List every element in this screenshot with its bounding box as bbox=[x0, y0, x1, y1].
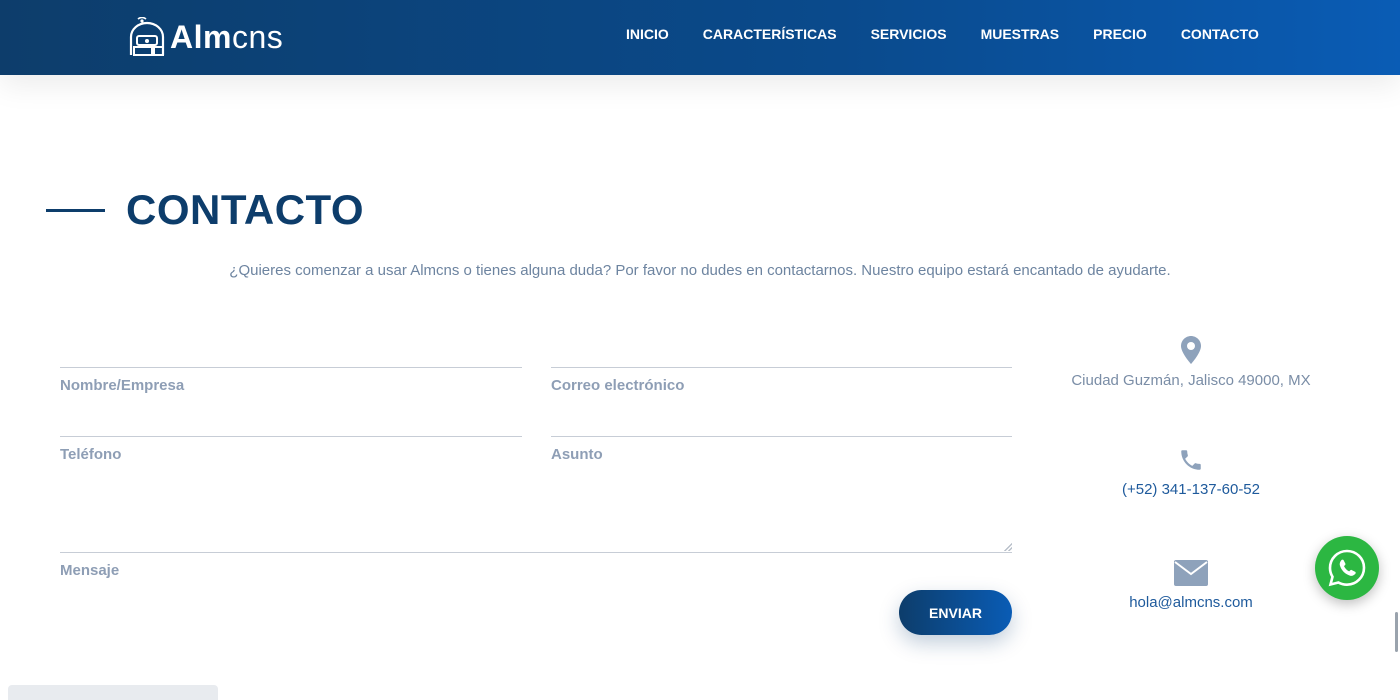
nav-servicios[interactable]: SERVICIOS bbox=[871, 26, 947, 42]
message-field[interactable]: Mensaje bbox=[60, 543, 1012, 592]
nav-muestras[interactable]: MUESTRAS bbox=[981, 26, 1060, 42]
whatsapp-button[interactable] bbox=[1315, 536, 1379, 600]
email-link[interactable]: hola@almcns.com bbox=[1050, 594, 1332, 611]
map-pin-icon bbox=[1181, 336, 1201, 364]
nav-contacto[interactable]: CONTACTO bbox=[1181, 26, 1259, 42]
site-header: Almcns INICIO CARACTERÍSTICAS SERVICIOS … bbox=[0, 0, 1400, 75]
resize-handle[interactable] bbox=[1004, 543, 1012, 551]
phone-block: (+52) 341-137-60-52 bbox=[1050, 447, 1332, 498]
email-label: Correo electrónico bbox=[551, 377, 685, 394]
phone-label: Teléfono bbox=[60, 446, 122, 463]
subject-field[interactable]: Asunto bbox=[551, 436, 1012, 496]
send-button[interactable]: ENVIAR bbox=[899, 590, 1012, 635]
intro-text: ¿Quieres comenzar a usar Almcns o tienes… bbox=[229, 262, 1171, 279]
brand-logo[interactable]: Almcns bbox=[128, 16, 283, 58]
bottom-panel-tab bbox=[8, 685, 218, 700]
brand-name: Almcns bbox=[170, 18, 284, 55]
phone-link[interactable]: (+52) 341-137-60-52 bbox=[1050, 481, 1332, 498]
subject-label: Asunto bbox=[551, 446, 603, 463]
address-block: Ciudad Guzmán, Jalisco 49000, MX bbox=[1050, 336, 1332, 389]
nav-inicio[interactable]: INICIO bbox=[626, 26, 669, 42]
main-nav: INICIO CARACTERÍSTICAS SERVICIOS MUESTRA… bbox=[626, 26, 1293, 42]
phone-field[interactable]: Teléfono bbox=[60, 436, 522, 496]
scrollbar-thumb[interactable] bbox=[1395, 612, 1398, 652]
email-field[interactable]: Correo electrónico bbox=[551, 367, 1012, 427]
email-block: hola@almcns.com bbox=[1050, 560, 1332, 611]
nav-precio[interactable]: PRECIO bbox=[1093, 26, 1147, 42]
title-accent-line bbox=[46, 208, 105, 212]
envelope-icon bbox=[1174, 560, 1208, 586]
nav-caracteristicas[interactable]: CARACTERÍSTICAS bbox=[703, 26, 837, 42]
name-field[interactable]: Nombre/Empresa bbox=[60, 367, 522, 427]
message-label: Mensaje bbox=[60, 562, 120, 579]
whatsapp-icon bbox=[1328, 549, 1366, 587]
section-heading: CONTACTO bbox=[46, 186, 364, 234]
name-label: Nombre/Empresa bbox=[60, 377, 185, 394]
warehouse-robot-icon bbox=[129, 17, 165, 56]
phone-icon bbox=[1181, 450, 1201, 470]
page-title: CONTACTO bbox=[126, 186, 365, 233]
address-text: Ciudad Guzmán, Jalisco 49000, MX bbox=[1071, 372, 1311, 389]
